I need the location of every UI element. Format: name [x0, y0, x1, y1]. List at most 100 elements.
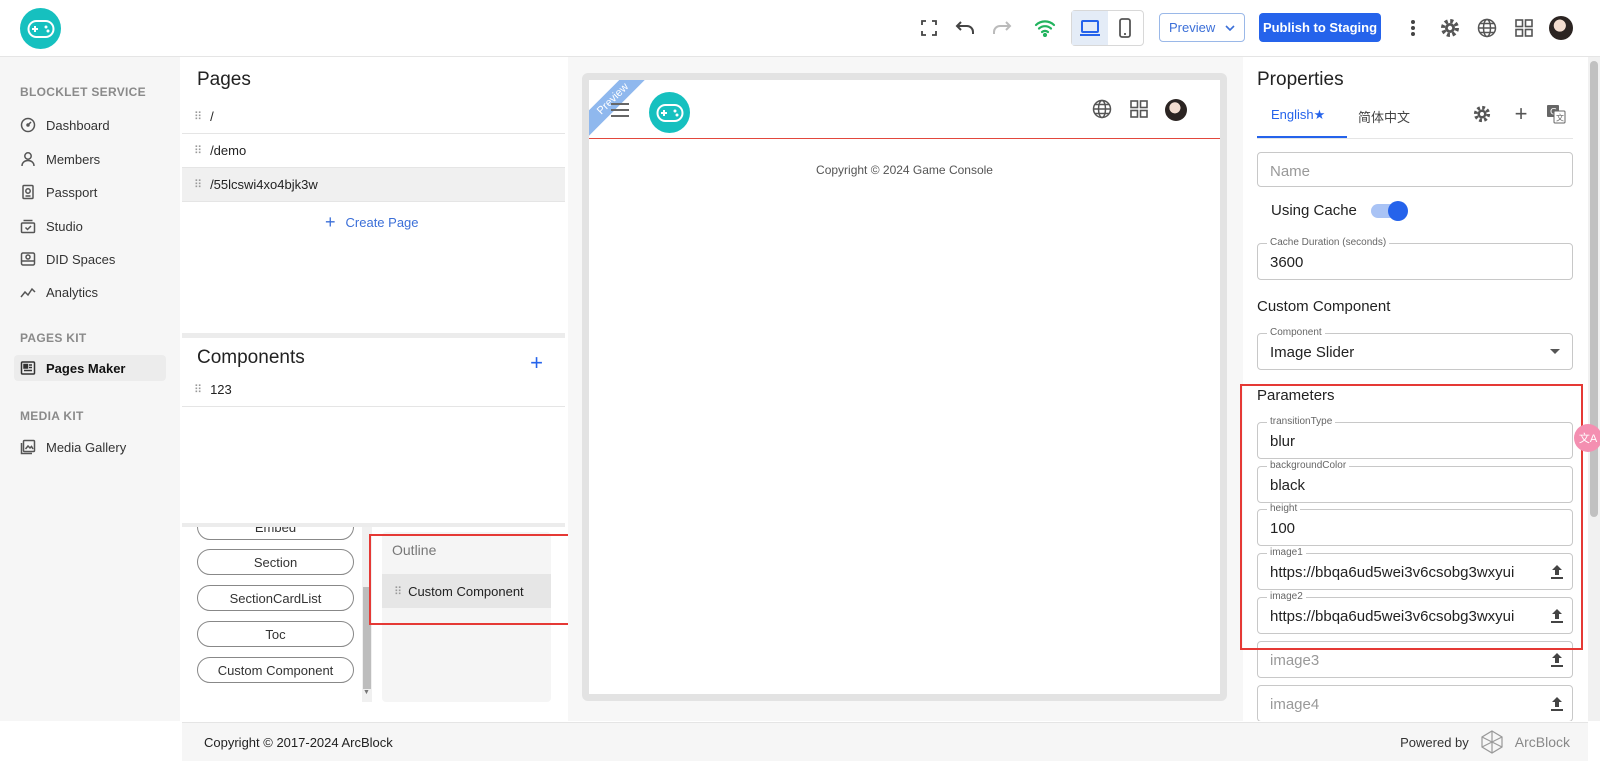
sidebar-item-studio[interactable]: Studio — [20, 213, 165, 239]
component-select[interactable]: Component Image Slider — [1257, 327, 1573, 370]
field-label: Component — [1267, 327, 1325, 338]
drag-handle-icon[interactable]: ⠿ — [194, 383, 202, 396]
name-placeholder: Name — [1270, 163, 1311, 180]
page-path: /demo — [210, 143, 247, 158]
param-image4[interactable]: image4 — [1257, 685, 1573, 721]
upload-icon[interactable] — [1548, 695, 1566, 713]
canvas-logo[interactable] — [649, 92, 690, 133]
desktop-icon[interactable] — [1072, 11, 1108, 45]
canvas-avatar[interactable] — [1165, 99, 1187, 121]
powered-by-label: Powered by — [1400, 734, 1469, 750]
preview-button[interactable]: Preview — [1159, 13, 1245, 42]
widget-section[interactable]: Section — [197, 549, 354, 575]
drag-handle-icon[interactable]: ⠿ — [194, 110, 202, 123]
brand-name: ArcBlock — [1514, 734, 1570, 750]
preview-label: Preview — [1169, 20, 1216, 35]
sidebar-section-title: BLOCKLET SERVICE — [20, 85, 146, 99]
powered-by: Powered by ArcBlock — [1400, 729, 1570, 755]
footer-copyright: Copyright © 2017-2024 ArcBlock — [204, 735, 393, 750]
gamepad-icon — [656, 103, 683, 122]
name-field[interactable]: Name — [1257, 152, 1573, 187]
highlight-outline-box — [369, 534, 579, 625]
gallery-icon — [20, 439, 36, 455]
widget-section-card-list[interactable]: SectionCardList — [197, 585, 354, 611]
wifi-icon — [1033, 16, 1057, 40]
pages-panel: Pages ⠿ / ⠿ /demo ⠿ /55lcswi4xo4bjk3w + … — [182, 57, 565, 334]
svg-text:文: 文 — [1556, 113, 1564, 123]
tab-english[interactable]: English★ — [1271, 107, 1325, 123]
upload-icon[interactable] — [1548, 651, 1566, 669]
add-language-icon[interactable]: + — [1510, 101, 1532, 126]
sidebar-item-label: Analytics — [46, 284, 99, 300]
widget-embed[interactable]: Embed — [197, 527, 354, 540]
chevron-down-icon — [1225, 24, 1235, 31]
sidebar-item-label: Pages Maker — [46, 360, 126, 376]
custom-component-heading: Custom Component — [1257, 298, 1391, 315]
undo-icon[interactable] — [953, 16, 977, 40]
drag-handle-icon[interactable]: ⠿ — [194, 144, 202, 157]
apps-icon[interactable] — [1129, 99, 1149, 124]
apps-icon[interactable] — [1512, 16, 1536, 40]
globe-icon[interactable] — [1092, 99, 1112, 124]
widget-custom-component[interactable]: Custom Component — [197, 657, 354, 683]
gear-icon[interactable] — [1438, 16, 1462, 40]
sidebar-item-label: Passport — [46, 184, 98, 200]
widget-list: Embed Section SectionCardList Toc Custom… — [182, 527, 372, 702]
drag-handle-icon[interactable]: ⠿ — [194, 178, 202, 191]
page-item[interactable]: ⠿ / — [182, 100, 565, 134]
publish-button[interactable]: Publish to Staging — [1259, 13, 1381, 42]
sidebar-item-pages-maker[interactable]: Pages Maker — [14, 355, 166, 381]
sidebar-item-members[interactable]: Members — [20, 146, 165, 172]
highlight-parameters-box — [1240, 384, 1583, 650]
top-bar: Preview Publish to Staging — [0, 0, 1600, 57]
device-toggle — [1071, 10, 1144, 46]
sidebar-item-media-gallery[interactable]: Media Gallery — [20, 434, 165, 460]
using-cache-row: Using Cache — [1271, 200, 1408, 221]
newspaper-icon — [20, 361, 36, 375]
sidebar-item-analytics[interactable]: Analytics — [20, 279, 165, 305]
components-panel: Components + ⠿ 123 — [182, 338, 565, 524]
properties-title: Properties — [1257, 69, 1344, 90]
tabs-divider — [1257, 138, 1573, 139]
create-page-label: Create Page — [345, 214, 419, 230]
tab-chinese[interactable]: 简体中文 — [1358, 107, 1410, 126]
preview-canvas: Preview Copyright © 2024 Game Console — [582, 73, 1227, 701]
redo-icon[interactable] — [990, 16, 1014, 40]
sidebar-item-passport[interactable]: Passport — [20, 179, 165, 205]
cache-duration-field[interactable]: Cache Duration (seconds) 3600 — [1257, 237, 1573, 280]
globe-icon[interactable] — [1475, 16, 1499, 40]
using-cache-toggle[interactable] — [1370, 200, 1408, 221]
widget-toc[interactable]: Toc — [197, 621, 354, 647]
component-item[interactable]: ⠿ 123 — [182, 373, 565, 407]
sidebar: BLOCKLET SERVICE Dashboard Members Passp… — [0, 57, 180, 721]
menu-icon[interactable] — [611, 103, 629, 121]
canvas-header: Preview — [589, 80, 1220, 141]
storage-icon — [20, 252, 36, 266]
app-logo[interactable] — [20, 8, 61, 49]
field-placeholder: image4 — [1270, 696, 1320, 713]
sidebar-item-label: Media Gallery — [46, 439, 127, 455]
field-value: 3600 — [1270, 254, 1304, 271]
more-vert-icon[interactable] — [1401, 16, 1425, 40]
sidebar-item-did-spaces[interactable]: DID Spaces — [20, 246, 165, 272]
studio-icon — [20, 219, 36, 234]
fullscreen-icon[interactable] — [917, 16, 941, 40]
pages-title: Pages — [197, 69, 251, 90]
user-avatar[interactable] — [1549, 16, 1573, 40]
page-item-selected[interactable]: ⠿ /55lcswi4xo4bjk3w — [182, 168, 565, 202]
page-item[interactable]: ⠿ /demo — [182, 134, 565, 168]
sidebar-section-title: MEDIA KIT — [20, 409, 84, 423]
gear-icon[interactable] — [1471, 103, 1493, 125]
sidebar-item-dashboard[interactable]: Dashboard — [20, 112, 165, 138]
translate-float-icon[interactable]: 文A — [1574, 424, 1600, 452]
page-footer: Copyright © 2017-2024 ArcBlock Powered b… — [182, 722, 1588, 761]
add-component-button[interactable]: + — [530, 352, 543, 374]
scroll-down-icon[interactable]: ▼ — [363, 689, 370, 696]
dropdown-arrow-icon — [1550, 349, 1560, 354]
properties-scrollbar[interactable] — [1588, 57, 1600, 721]
mobile-icon[interactable] — [1108, 11, 1144, 45]
gamepad-icon — [27, 19, 54, 38]
create-page-button[interactable]: + Create Page — [325, 213, 419, 231]
sidebar-item-label: DID Spaces — [46, 251, 116, 267]
translate-icon[interactable]: G文 — [1545, 103, 1567, 125]
